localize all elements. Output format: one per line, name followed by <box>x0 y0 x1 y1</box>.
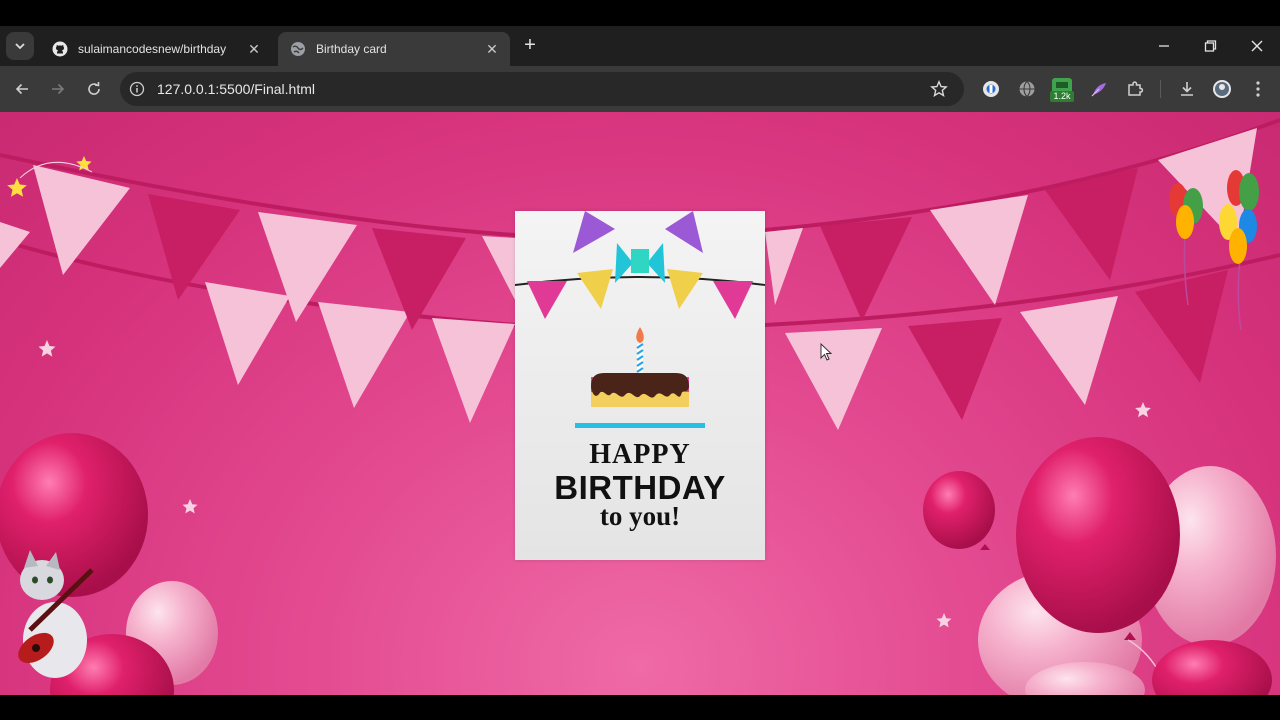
forward-arrow-icon <box>52 83 65 95</box>
chevron-down-icon <box>15 43 25 49</box>
mouse-cursor-icon <box>820 343 832 361</box>
url-text[interactable]: 127.0.0.1:5500/Final.html <box>157 81 315 97</box>
tab-title: Birthday card <box>316 42 387 56</box>
globe-icon <box>290 41 306 57</box>
card-text-happy: HAPPY <box>589 439 691 470</box>
close-tab-icon[interactable]: ✕ <box>246 41 262 57</box>
tab-birthday-card[interactable]: Birthday card ✕ <box>278 32 510 66</box>
reload-icon <box>88 82 100 95</box>
web-extension-globe-icon[interactable] <box>1017 79 1037 99</box>
top-black-bar <box>0 0 1280 26</box>
bunting-flags-left-lower <box>205 282 515 423</box>
birthday-card[interactable]: HAPPY BIRTHDAY to you! <box>515 211 765 560</box>
restore-button[interactable] <box>1200 36 1220 56</box>
close-tab-icon[interactable]: ✕ <box>484 41 500 57</box>
extension-icon[interactable] <box>981 79 1001 99</box>
minimize-icon <box>1159 45 1169 47</box>
card-bunting <box>515 211 765 319</box>
extensions-puzzle-icon[interactable] <box>1125 79 1145 99</box>
balloons-right <box>923 437 1276 695</box>
close-window-button[interactable] <box>1247 36 1267 56</box>
back-arrow-icon <box>15 83 28 95</box>
forward-button[interactable] <box>44 75 72 103</box>
bunting-flags-right <box>765 128 1257 430</box>
download-icon[interactable] <box>1177 79 1197 99</box>
card-illustration <box>515 211 765 428</box>
new-tab-button[interactable]: + <box>520 34 540 56</box>
minimize-button[interactable] <box>1154 36 1174 56</box>
card-text-to-you: to you! <box>599 501 681 531</box>
tab-strip: sulaimancodesnew/birthday ✕ Birthday car… <box>0 26 1280 66</box>
site-info-icon[interactable] <box>129 81 145 97</box>
tab-github[interactable]: sulaimancodesnew/birthday ✕ <box>40 32 272 66</box>
reload-button[interactable] <box>80 75 108 103</box>
feather-extension-icon[interactable] <box>1089 79 1109 99</box>
extension-badge: 1.2k <box>1050 91 1074 102</box>
back-button[interactable] <box>8 75 36 103</box>
bookmark-star-icon[interactable] <box>930 80 948 98</box>
counter-extension-icon[interactable]: 1.2k <box>1050 78 1074 104</box>
github-icon <box>52 41 68 57</box>
bottom-black-bar <box>0 695 1280 720</box>
tab-title: sulaimancodesnew/birthday <box>78 42 227 56</box>
menu-kebab-icon[interactable] <box>1249 79 1267 99</box>
tab-search-button[interactable] <box>6 32 34 60</box>
cake-icon <box>575 327 705 428</box>
restore-icon <box>1204 40 1217 52</box>
toolbar-divider <box>1160 80 1161 98</box>
close-icon <box>1251 40 1263 52</box>
profile-avatar-icon[interactable] <box>1212 79 1232 99</box>
